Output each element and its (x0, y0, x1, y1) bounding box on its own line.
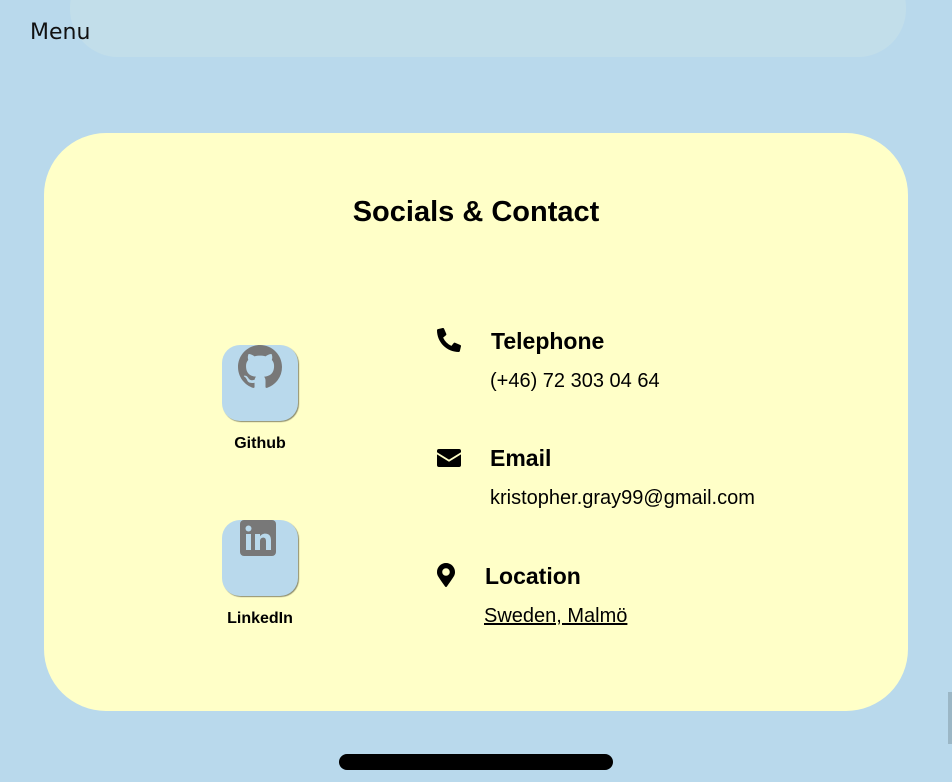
envelope-icon (437, 448, 461, 473)
linkedin-label: LinkedIn (227, 610, 293, 627)
location-value[interactable]: Sweden, Malmö (484, 605, 627, 628)
location-heading: Location (485, 563, 581, 589)
linkedin-button[interactable] (222, 520, 298, 596)
github-button[interactable] (222, 345, 298, 421)
phone-icon (437, 328, 461, 357)
telephone-heading: Telephone (491, 328, 605, 354)
github-icon (238, 345, 282, 388)
location-link[interactable]: Sweden, Malmö (484, 605, 627, 627)
section-title: Socials & Contact (352, 196, 600, 228)
scrollbar-thumb[interactable] (948, 692, 952, 744)
map-pin-icon (437, 562, 455, 593)
email-value[interactable]: kristopher.gray99@gmail.com (490, 487, 755, 510)
menu-button[interactable]: Menu (30, 20, 90, 45)
home-indicator[interactable] (339, 754, 613, 770)
linkedin-icon (240, 520, 276, 556)
page: Menu Socials & Contact Github LinkedIn T… (0, 0, 952, 782)
social-github: Github (200, 330, 320, 453)
social-linkedin: LinkedIn (200, 502, 320, 628)
telephone-value: (+46) 72 303 04 64 (490, 370, 660, 392)
email-heading: Email (490, 445, 552, 471)
top-bar (70, 0, 906, 57)
github-label: Github (234, 435, 286, 452)
